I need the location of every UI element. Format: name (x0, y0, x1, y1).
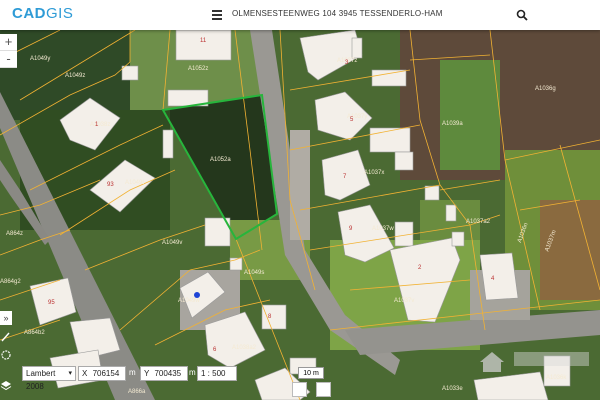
house-number: 5 (350, 117, 354, 123)
parcel-label: A1049w (178, 298, 200, 304)
layers-icon[interactable] (0, 378, 12, 392)
y-coordinate-field[interactable]: Y 700435 (140, 366, 188, 381)
parcel-label: A1049y (30, 56, 51, 62)
top-bar: CADGIS OLMENSESTEENWEG 104 3945 TESSENDE… (0, 0, 600, 30)
x-coordinate-field[interactable]: X 706154 (78, 366, 126, 381)
parcel-label: A1038z (90, 122, 111, 128)
parcel-label: A1049t (125, 180, 145, 186)
hamburger-menu-icon[interactable] (212, 10, 222, 20)
parcel-label: A1037a2 (466, 219, 491, 225)
parcel-label: A1039a (442, 121, 463, 127)
house-number: 7 (343, 174, 347, 180)
house-number: 1 (95, 122, 99, 128)
zoom-in-button[interactable]: + (0, 34, 17, 51)
y-label: Y (144, 369, 150, 378)
scale-field[interactable]: 1 : 500 (197, 366, 237, 381)
house-number: 93 (107, 182, 114, 188)
house-number: 4 (491, 276, 495, 282)
parcel-label: A1049z (65, 73, 86, 79)
parcel-label: A1049s (244, 270, 265, 276)
house-number: 95 (48, 300, 55, 306)
parcel-label: A1036k (546, 375, 567, 381)
building (175, 30, 232, 61)
parcel-label: A1037w (372, 226, 394, 232)
draw-circle-icon[interactable] (0, 348, 12, 362)
parcel-label: A1033e (442, 386, 463, 392)
parcel-label: A1037v (394, 298, 415, 304)
x-value: 706154 (92, 369, 120, 378)
parcel-label: A866a (128, 389, 146, 395)
parcel-label: A1052a (210, 157, 231, 163)
crs-select[interactable]: Lambert 2008 ▾ (22, 366, 76, 391)
house-number: 6 (213, 347, 217, 353)
parcel-label: A1049v (162, 240, 183, 246)
y-value: 700435 (154, 369, 182, 378)
y-unit: m (189, 368, 196, 377)
search-icon[interactable] (516, 9, 528, 21)
address-title: OLMENSESTEENWEG 104 3945 TESSENDERLO-HAM (232, 9, 443, 18)
parcel-label: A864z (6, 231, 24, 237)
scale-bar: 10 m (298, 367, 324, 379)
logo-suffix: GIS (46, 5, 74, 22)
map-button[interactable] (292, 382, 307, 397)
zoom-controls: + - (0, 34, 17, 68)
cadgis-logo[interactable]: CADGIS (12, 5, 73, 22)
x-label: X (82, 369, 88, 378)
parcel-label: A1036g (535, 86, 556, 92)
house-number: 11 (200, 38, 207, 44)
scale-value: 1 : 500 (201, 369, 226, 378)
parcel-label: A864b2 (24, 330, 45, 336)
agency-watermark-logo (480, 352, 589, 372)
measure-icon[interactable] (0, 330, 12, 344)
parcel-label: A1037x (364, 170, 385, 176)
expand-tools-button[interactable]: » (0, 311, 12, 325)
parcel-label: A1038a2 (232, 345, 257, 351)
parcel-label: A864g2 (0, 279, 21, 285)
parcel-label: A1052z (188, 66, 209, 72)
map-button[interactable] (316, 382, 331, 397)
house-number: 8 (268, 314, 272, 320)
logo-prefix: CAD (12, 5, 46, 22)
house-number: 9 (349, 226, 353, 232)
x-unit: m (129, 368, 136, 377)
house-number: 3 (345, 60, 349, 66)
chevron-down-icon: ▾ (68, 370, 72, 377)
zoom-out-button[interactable]: - (0, 51, 17, 68)
house-number: 2 (418, 265, 422, 271)
